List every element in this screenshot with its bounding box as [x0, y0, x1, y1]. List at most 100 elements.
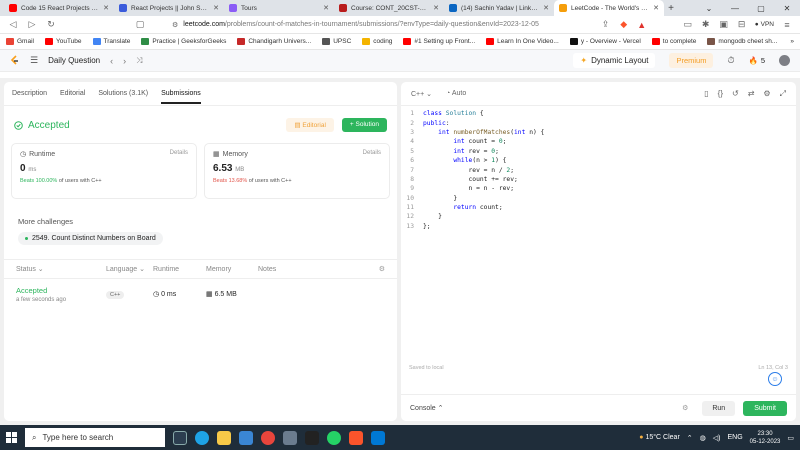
- windows-start-icon[interactable]: [6, 432, 17, 443]
- runtime-details-link[interactable]: Details: [170, 150, 188, 156]
- bookmark-icon[interactable]: ▯: [704, 89, 708, 99]
- reset-icon[interactable]: ↺: [732, 89, 739, 99]
- feedback-icon[interactable]: ☺: [768, 372, 782, 386]
- code-editor[interactable]: 1 class Solution {2 public:3 int numberOfM…: [401, 109, 796, 231]
- clock[interactable]: 23:30 05-12-2023: [750, 430, 781, 446]
- browser-tab[interactable]: Tours ✕: [224, 0, 334, 16]
- browser-tab[interactable]: Course: CONT_20CST-412 :: BLOCK✕: [334, 0, 444, 16]
- task-view-icon[interactable]: [173, 430, 187, 445]
- language-indicator[interactable]: ENG: [728, 434, 743, 441]
- bookmark-item[interactable]: Translate: [92, 38, 130, 45]
- bookmark-item[interactable]: coding: [362, 38, 392, 45]
- submit-button[interactable]: Submit: [743, 400, 787, 416]
- wallet-icon[interactable]: ▣: [719, 19, 729, 30]
- bookmark-item[interactable]: to complete: [651, 38, 696, 45]
- status-column-header[interactable]: Status ⌄: [16, 265, 106, 273]
- tab-submissions[interactable]: Submissions: [161, 90, 201, 104]
- tab-editorial[interactable]: Editorial: [60, 90, 85, 97]
- runtime-card[interactable]: ◷ Runtime Details 0 ms Beats 100.00% of u…: [11, 143, 197, 199]
- bookmark-item[interactable]: #1 Setting up Front...: [403, 38, 475, 45]
- terminal-icon[interactable]: [305, 430, 319, 445]
- settings-icon[interactable]: ⚙: [379, 265, 385, 273]
- site-info-icon[interactable]: ⚙: [172, 21, 178, 29]
- chrome-icon[interactable]: [261, 430, 275, 445]
- new-tab-icon[interactable]: +: [664, 0, 678, 16]
- bookmark-item[interactable]: Practice | GeeksforGeeks: [141, 38, 226, 45]
- mail-icon[interactable]: [239, 430, 253, 445]
- bookmark-item[interactable]: y - Overview - Vercel: [569, 38, 641, 45]
- volume-icon[interactable]: ◁): [713, 434, 721, 442]
- maximize-icon[interactable]: ▢: [748, 0, 774, 16]
- shuffle-icon[interactable]: ⤨: [136, 56, 142, 66]
- bookmark-item[interactable]: Gmail: [6, 38, 34, 45]
- weather-widget[interactable]: ● 15°C Clear: [639, 434, 680, 441]
- memory-details-link[interactable]: Details: [363, 150, 381, 156]
- edge-icon[interactable]: [195, 430, 209, 445]
- sidebar-icon[interactable]: ▭: [683, 19, 693, 30]
- challenge-chip[interactable]: 2549. Count Distinct Numbers on Board: [18, 232, 163, 245]
- row-status[interactable]: Accepted: [16, 286, 106, 295]
- braces-icon[interactable]: {}: [718, 89, 723, 99]
- avatar[interactable]: [779, 55, 790, 66]
- close-icon[interactable]: ✕: [323, 4, 329, 12]
- downloads-icon[interactable]: ⊟: [737, 19, 747, 30]
- bookmark-item[interactable]: YouTube: [44, 38, 82, 45]
- problem-list-icon[interactable]: ☰: [30, 55, 38, 66]
- whatsapp-icon[interactable]: [327, 430, 341, 445]
- browser-tab[interactable]: LeetCode - The World's Leading ✕: [554, 0, 664, 16]
- close-icon[interactable]: ✕: [543, 4, 549, 12]
- tab-description[interactable]: Description: [12, 90, 47, 97]
- extensions-icon[interactable]: ✱: [701, 19, 711, 30]
- console-toggle[interactable]: Console ⌃: [410, 404, 444, 412]
- more-bookmarks-icon[interactable]: »: [790, 38, 794, 45]
- tab-solutions-3-1k[interactable]: Solutions (3.1K): [98, 90, 148, 97]
- browser-tab[interactable]: (14) Sachin Yadav | LinkedIn ✕: [444, 0, 554, 16]
- close-icon[interactable]: ✕: [213, 4, 219, 12]
- bookmark-item[interactable]: mongodb cheet sh...: [707, 38, 777, 45]
- vscode-icon[interactable]: [371, 430, 385, 445]
- url-bar[interactable]: ⚙ leetcode.com/problems/count-of-matches…: [154, 18, 592, 31]
- memory-card[interactable]: ▦ Memory Details 6.53 MB Beats 13.68% of …: [204, 143, 390, 199]
- dynamic-layout-button[interactable]: ✦ Dynamic Layout: [573, 53, 656, 68]
- browser-tab[interactable]: React Projects || John Smilga ✕: [114, 0, 224, 16]
- forward-icon[interactable]: ▷: [27, 19, 37, 30]
- tray-chevron-icon[interactable]: ⌃: [687, 434, 693, 442]
- settings-icon[interactable]: ⚙: [763, 89, 770, 99]
- close-icon[interactable]: ✕: [653, 4, 659, 12]
- notification-icon[interactable]: ▭: [787, 434, 794, 442]
- bookmark-item[interactable]: Learn In One Video...: [486, 38, 559, 45]
- streak-counter[interactable]: 🔥 5: [748, 56, 765, 65]
- network-icon[interactable]: ◍: [700, 434, 706, 442]
- menu-icon[interactable]: ≡: [782, 20, 792, 30]
- timer-icon[interactable]: ⏱: [727, 55, 734, 66]
- debug-icon[interactable]: ⚙: [682, 404, 688, 412]
- language-column-header[interactable]: Language ⌄: [106, 265, 153, 273]
- share-icon[interactable]: ⇪: [601, 19, 611, 30]
- leetcode-logo-icon[interactable]: [10, 55, 20, 66]
- bookmark-item[interactable]: UPSC: [322, 38, 351, 45]
- tab-search-icon[interactable]: ⌄: [696, 0, 722, 16]
- solution-button[interactable]: + Solution: [341, 118, 387, 132]
- editorial-button[interactable]: ▤ Editorial: [286, 118, 334, 132]
- close-icon[interactable]: ✕: [433, 4, 439, 12]
- brave-shield-icon[interactable]: ◆: [619, 19, 629, 30]
- prev-problem-icon[interactable]: ‹: [110, 56, 113, 66]
- auto-mode-toggle[interactable]: ◔ Auto: [446, 90, 466, 97]
- language-select[interactable]: C++ ⌄: [411, 90, 432, 98]
- bookmark-item[interactable]: Chandigarh Univers...: [237, 38, 311, 45]
- brave-rewards-icon[interactable]: ▲: [637, 20, 647, 30]
- back-icon[interactable]: ◁: [8, 19, 18, 30]
- fullscreen-compare-icon[interactable]: ⇄: [748, 89, 755, 99]
- next-problem-icon[interactable]: ›: [123, 56, 126, 66]
- daily-question-title[interactable]: Daily Question: [48, 56, 100, 65]
- settings-app-icon[interactable]: [283, 430, 297, 445]
- file-explorer-icon[interactable]: [217, 430, 231, 445]
- browser-tab[interactable]: Code 15 React Projects - Complete ✕: [4, 0, 114, 16]
- taskbar-search[interactable]: ⌕ Type here to search: [25, 428, 165, 447]
- close-icon[interactable]: ✕: [103, 4, 109, 12]
- reload-icon[interactable]: ↻: [46, 19, 56, 30]
- premium-button[interactable]: Premium: [669, 53, 714, 68]
- close-window-icon[interactable]: ✕: [774, 0, 800, 16]
- expand-icon[interactable]: ⤢: [780, 89, 786, 99]
- brave-icon[interactable]: [349, 430, 363, 445]
